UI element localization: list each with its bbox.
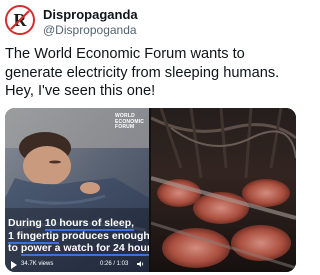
video-frame-sleeping-man[interactable]: WORLD ECONOMIC FORUM During 10 hours of … [5, 108, 149, 272]
matrix-pods-illustration [151, 108, 296, 272]
video-media[interactable]: WORLD ECONOMIC FORUM During 10 hours of … [5, 108, 296, 272]
play-icon[interactable] [11, 261, 17, 269]
view-count: 34.7K views [21, 261, 54, 267]
dispropaganda-logo-icon: R [8, 8, 32, 32]
video-controls: 34.7K views 0:26 / 1:03 [5, 258, 149, 272]
tweet-header: R Dispropaganda @Dispropoganda [5, 5, 295, 39]
avatar[interactable]: R [5, 5, 35, 35]
tweet-text: The World Economic Forum wants to genera… [5, 46, 280, 99]
user-handle[interactable]: @Dispropoganda [43, 23, 138, 38]
volume-icon[interactable] [137, 260, 145, 268]
display-name[interactable]: Dispropaganda [43, 7, 138, 23]
video-timestamp: 0:26 / 1:03 [100, 261, 129, 267]
wef-logo: WORLD ECONOMIC FORUM [115, 113, 145, 130]
video-caption: During 10 hours of sleep, 1 fingertip pr… [8, 217, 149, 256]
matrix-pods-image[interactable] [151, 108, 296, 272]
author-names: Dispropaganda @Dispropoganda [43, 7, 138, 38]
